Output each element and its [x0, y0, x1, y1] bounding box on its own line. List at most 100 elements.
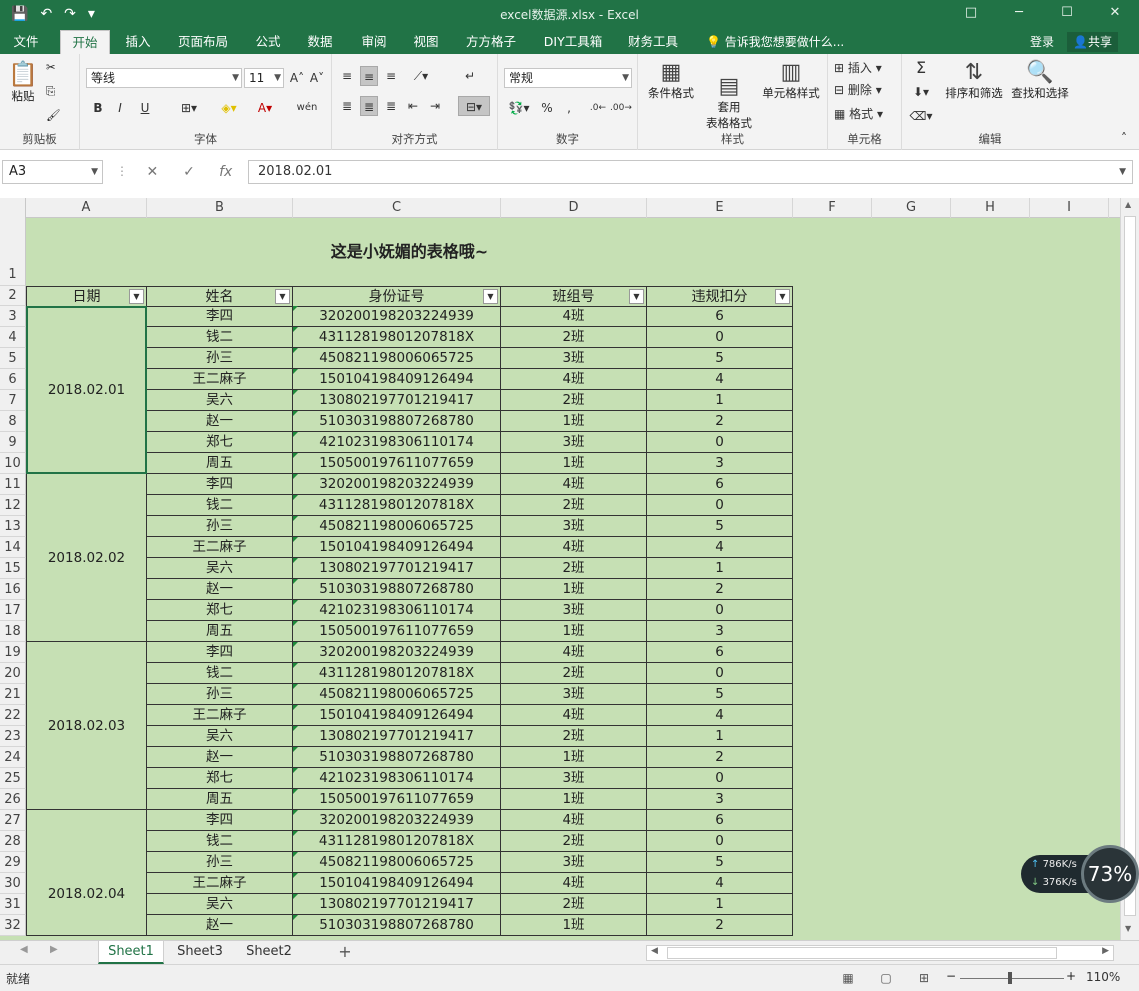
id-number-cell[interactable]: 421023198306110174: [293, 768, 501, 789]
formula-input[interactable]: 2018.02.01 ▼: [248, 160, 1133, 184]
penalty-cell[interactable]: 0: [647, 495, 793, 516]
id-number-cell[interactable]: 150500197611077659: [293, 621, 501, 642]
team-cell[interactable]: 2班: [501, 495, 647, 516]
row-header[interactable]: 9: [0, 432, 26, 453]
align-left-icon[interactable]: ≣: [338, 96, 356, 116]
team-cell[interactable]: 3班: [501, 768, 647, 789]
penalty-cell[interactable]: 2: [647, 579, 793, 600]
tab-diy-toolbox[interactable]: DIY工具箱: [536, 30, 610, 54]
row-header[interactable]: 22: [0, 705, 26, 726]
penalty-cell[interactable]: 5: [647, 852, 793, 873]
name-cell[interactable]: 赵一: [147, 747, 293, 768]
team-cell[interactable]: 2班: [501, 894, 647, 915]
filter-dropdown-icon[interactable]: ▼: [129, 289, 144, 304]
id-number-cell[interactable]: 320200198203224939: [293, 306, 501, 327]
team-cell[interactable]: 1班: [501, 579, 647, 600]
name-cell[interactable]: 郑七: [147, 768, 293, 789]
zoom-slider[interactable]: − +: [946, 969, 1076, 987]
column-header-d[interactable]: D: [501, 198, 647, 218]
orientation-icon[interactable]: ⟋▾: [408, 66, 434, 86]
penalty-cell[interactable]: 1: [647, 894, 793, 915]
scroll-down-icon[interactable]: ▼: [1125, 924, 1131, 933]
row-header[interactable]: 5: [0, 348, 26, 369]
sheet-tab-sheet1[interactable]: Sheet1: [98, 941, 164, 964]
scroll-up-icon[interactable]: ▲: [1125, 200, 1131, 209]
increase-decimal-icon[interactable]: .0←: [588, 98, 608, 118]
id-number-cell[interactable]: 150500197611077659: [293, 453, 501, 474]
font-size-select[interactable]: 11 ▼: [244, 68, 284, 88]
row-header[interactable]: 16: [0, 579, 26, 600]
align-top-icon[interactable]: ≡: [338, 66, 356, 86]
team-cell[interactable]: 1班: [501, 915, 647, 936]
sign-in-link[interactable]: 登录: [1030, 30, 1054, 54]
penalty-cell[interactable]: 2: [647, 747, 793, 768]
delete-cells-button[interactable]: ⊟ 删除 ▾: [834, 80, 896, 100]
tab-review[interactable]: 审阅: [352, 30, 396, 54]
normal-view-icon[interactable]: ▦: [838, 969, 858, 987]
team-cell[interactable]: 3班: [501, 348, 647, 369]
align-center-icon[interactable]: ≣: [360, 96, 378, 116]
id-number-cell[interactable]: 450821198006065725: [293, 348, 501, 369]
zoom-out-icon[interactable]: −: [946, 969, 956, 983]
font-name-select[interactable]: 等线 ▼: [86, 68, 242, 88]
ribbon-display-options-button[interactable]: □: [947, 0, 995, 30]
row-header[interactable]: 3: [0, 306, 26, 327]
number-format-select[interactable]: 常规 ▼: [504, 68, 632, 88]
penalty-cell[interactable]: 6: [647, 810, 793, 831]
maximize-button[interactable]: ☐: [1043, 0, 1091, 30]
date-cell[interactable]: 2018.02.03: [26, 642, 147, 810]
row-header[interactable]: 10: [0, 453, 26, 474]
team-cell[interactable]: 2班: [501, 558, 647, 579]
close-button[interactable]: ✕: [1091, 0, 1139, 30]
row-header[interactable]: 15: [0, 558, 26, 579]
penalty-cell[interactable]: 5: [647, 516, 793, 537]
row-header[interactable]: 28: [0, 831, 26, 852]
tab-page-layout[interactable]: 页面布局: [170, 30, 236, 54]
id-number-cell[interactable]: 510303198807268780: [293, 915, 501, 936]
team-cell[interactable]: 3班: [501, 516, 647, 537]
scroll-sheets-right-icon[interactable]: ▶: [50, 944, 58, 955]
shrink-font-button[interactable]: A˅: [308, 68, 326, 88]
fill-icon[interactable]: ⬇▾: [906, 82, 936, 102]
date-cell[interactable]: 2018.02.02: [26, 474, 147, 642]
team-cell[interactable]: 4班: [501, 537, 647, 558]
header-cell[interactable]: 违规扣分 ▼: [647, 286, 793, 307]
penalty-cell[interactable]: 0: [647, 600, 793, 621]
network-speed-widget[interactable]: ↑ 786K/s ↓ 376K/s 73%: [1021, 845, 1139, 903]
row-header[interactable]: 8: [0, 411, 26, 432]
id-number-cell[interactable]: 130802197701219417: [293, 558, 501, 579]
row-header[interactable]: 29: [0, 852, 26, 873]
id-number-cell[interactable]: 43112819801207818X: [293, 663, 501, 684]
name-cell[interactable]: 孙三: [147, 348, 293, 369]
align-bottom-icon[interactable]: ≡: [382, 66, 400, 86]
row-header[interactable]: 20: [0, 663, 26, 684]
header-cell[interactable]: 日期 ▼: [26, 286, 147, 307]
penalty-cell[interactable]: 4: [647, 873, 793, 894]
header-cell[interactable]: 班组号 ▼: [501, 286, 647, 307]
name-cell[interactable]: 周五: [147, 621, 293, 642]
tab-fangfang[interactable]: 方方格子: [458, 30, 524, 54]
name-cell[interactable]: 李四: [147, 642, 293, 663]
decrease-indent-icon[interactable]: ⇤: [404, 96, 422, 116]
id-number-cell[interactable]: 510303198807268780: [293, 747, 501, 768]
name-cell[interactable]: 王二麻子: [147, 537, 293, 558]
id-number-cell[interactable]: 43112819801207818X: [293, 327, 501, 348]
borders-icon[interactable]: ⊞▾: [174, 98, 204, 118]
row-header[interactable]: 27: [0, 810, 26, 831]
tab-finance-tools[interactable]: 财务工具: [620, 30, 686, 54]
zoom-in-icon[interactable]: +: [1066, 969, 1076, 983]
sheet-tab-sheet2[interactable]: Sheet2: [236, 941, 302, 964]
id-number-cell[interactable]: 130802197701219417: [293, 390, 501, 411]
cell-styles-button[interactable]: ▥ 单元格样式: [758, 60, 824, 101]
row-header[interactable]: 32: [0, 915, 26, 936]
team-cell[interactable]: 3班: [501, 600, 647, 621]
cancel-icon[interactable]: ✕: [134, 160, 171, 184]
id-number-cell[interactable]: 150104198409126494: [293, 873, 501, 894]
fill-color-icon[interactable]: ◈▾: [214, 98, 244, 118]
filter-dropdown-icon[interactable]: ▼: [775, 289, 790, 304]
row-header[interactable]: 4: [0, 327, 26, 348]
minimize-button[interactable]: ─: [995, 0, 1043, 30]
team-cell[interactable]: 4班: [501, 810, 647, 831]
penalty-cell[interactable]: 5: [647, 348, 793, 369]
team-cell[interactable]: 4班: [501, 474, 647, 495]
